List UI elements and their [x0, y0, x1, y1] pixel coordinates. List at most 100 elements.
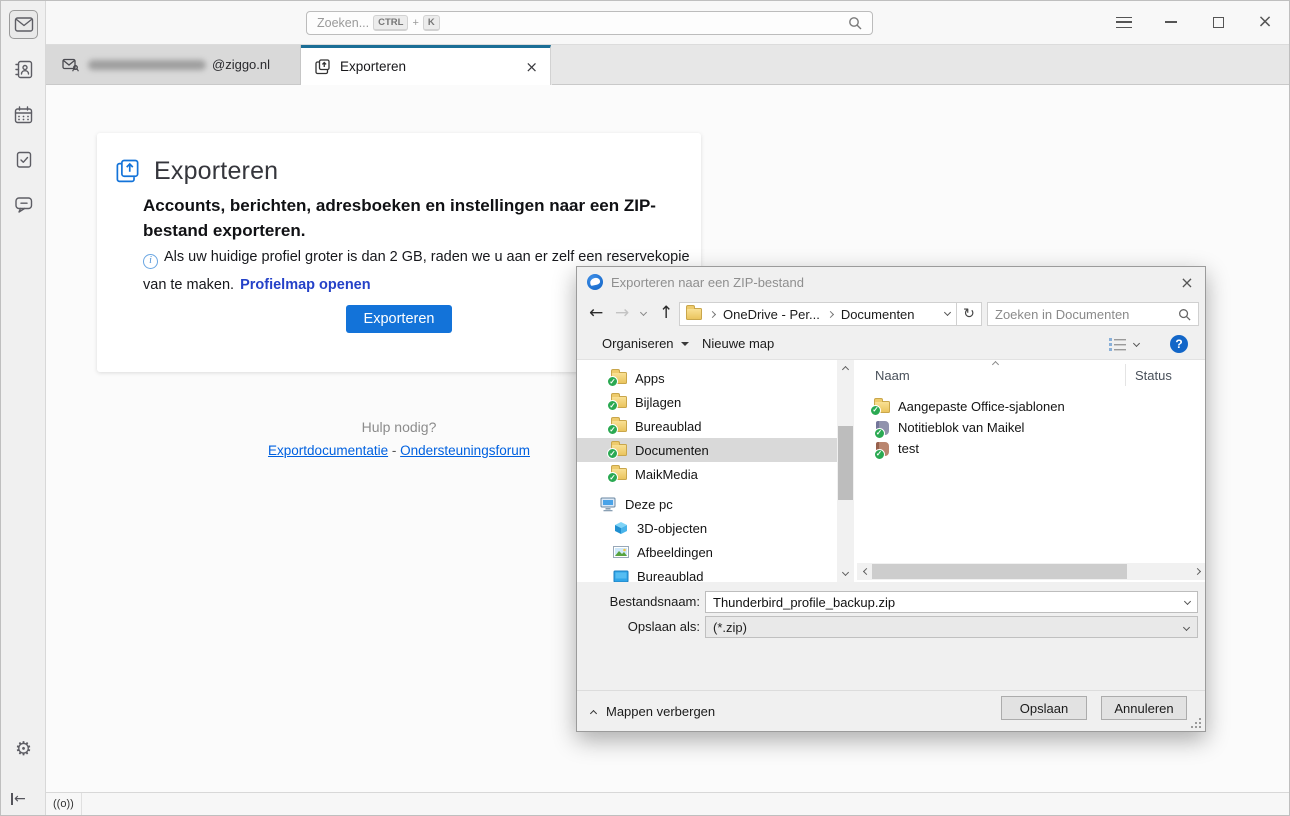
page-title: Exporteren — [154, 157, 279, 185]
window-controls: × — [1093, 7, 1281, 37]
export-button[interactable]: Exporteren — [345, 305, 453, 333]
up-button[interactable]: ↑ — [659, 301, 673, 325]
breadcrumb-onedrive[interactable]: OneDrive - Per... — [723, 307, 820, 322]
file-list-horizontal-scrollbar[interactable] — [857, 563, 1205, 580]
tree-item-bureaublad-pc[interactable]: Bureaublad — [577, 564, 837, 582]
saveas-select[interactable]: (*.zip) — [705, 616, 1198, 638]
global-search-input[interactable]: Zoeken... CTRL + K — [306, 11, 873, 35]
export-page-icon — [116, 159, 139, 183]
column-header-status[interactable]: Status — [1135, 368, 1172, 383]
scroll-up-button[interactable] — [837, 360, 854, 376]
tree-item-deze-pc[interactable]: Deze pc — [577, 492, 837, 516]
resize-grip[interactable] — [1191, 718, 1201, 728]
back-button[interactable]: ← — [589, 301, 603, 325]
maximize-button[interactable] — [1202, 7, 1234, 37]
app-menu-button[interactable] — [1108, 7, 1140, 37]
dialog-search-input[interactable] — [995, 306, 1178, 322]
view-list-icon — [1109, 338, 1126, 351]
collapse-spaces-button[interactable]: ← — [11, 789, 37, 809]
notebook-icon: ✓ — [873, 441, 889, 460]
filename-label: Bestandsnaam: — [609, 594, 700, 609]
dialog-title: Exporteren naar een ZIP-bestand — [611, 274, 804, 290]
calendar-icon — [14, 105, 33, 123]
recent-locations-dropdown-icon[interactable] — [639, 308, 648, 317]
redacted-account-name — [88, 59, 206, 70]
folder-icon: ✓ — [607, 369, 627, 387]
address-dropdown-icon[interactable] — [943, 308, 952, 317]
support-forum-link[interactable]: Ondersteuningsforum — [400, 443, 530, 458]
dialog-close-button[interactable]: × — [1169, 267, 1205, 297]
mail-space-button[interactable] — [9, 10, 38, 39]
new-folder-button[interactable]: Nieuwe map — [702, 336, 774, 351]
tree-item-bijlagen[interactable]: ✓ Bijlagen — [577, 390, 837, 414]
onedrive-sync-icon: ✓ — [873, 448, 885, 460]
calendar-space-button[interactable] — [9, 100, 38, 129]
folder-icon: ✓ — [607, 393, 627, 411]
status-broadcast-button[interactable]: ((o)) — [46, 793, 82, 815]
close-icon: × — [1180, 272, 1194, 292]
view-dropdown-icon — [1132, 339, 1141, 347]
refresh-icon: ↻ — [963, 306, 975, 322]
export-documentation-link[interactable]: Exportdocumentatie — [268, 443, 388, 458]
question-icon: ? — [1175, 337, 1183, 351]
search-icon — [1179, 308, 1191, 321]
file-row-office-sjablonen[interactable]: ✓ Aangepaste Office-sjablonen — [870, 396, 1065, 417]
file-row-notitieblok[interactable]: ✓ Notitieblok van Maikel — [873, 417, 1024, 439]
file-row-test[interactable]: ✓ test — [873, 438, 919, 460]
scrollbar-thumb[interactable] — [838, 426, 853, 500]
address-book-space-button[interactable] — [9, 55, 38, 84]
dialog-search-box[interactable] — [987, 302, 1199, 326]
tab-export[interactable]: Exporteren × — [301, 45, 551, 85]
scroll-down-button[interactable] — [837, 566, 854, 582]
combo-dropdown-icon[interactable] — [1182, 623, 1191, 632]
folder-icon: ✓ — [607, 441, 627, 459]
desktop-icon — [613, 570, 629, 582]
tasks-space-button[interactable] — [9, 145, 38, 174]
tree-item-bureaublad[interactable]: ✓ Bureaublad — [577, 414, 837, 438]
refresh-button[interactable]: ↻ — [957, 302, 982, 326]
tree-item-apps[interactable]: ✓ Apps — [577, 366, 837, 390]
change-view-button[interactable] — [1109, 338, 1141, 351]
cancel-button[interactable]: Annuleren — [1101, 696, 1187, 720]
export-icon — [315, 58, 330, 74]
address-book-icon — [14, 60, 32, 79]
minimize-button[interactable] — [1155, 7, 1187, 37]
scroll-right-button[interactable] — [1191, 563, 1205, 580]
tab-mail-account[interactable]: @ziggo.nl — [46, 45, 301, 85]
folder-icon: ✓ — [607, 417, 627, 435]
close-window-button[interactable]: × — [1249, 7, 1281, 37]
scroll-left-button[interactable] — [857, 563, 873, 580]
column-header-name[interactable]: Naam — [875, 368, 910, 383]
settings-button[interactable]: ⚙ — [9, 734, 38, 763]
export-subtitle: Accounts, berichten, adresboeken en inst… — [143, 196, 656, 240]
tree-item-3d-objecten[interactable]: 3D-objecten — [577, 516, 837, 540]
broadcast-icon: ((o)) — [53, 798, 74, 810]
close-tab-icon[interactable]: × — [525, 58, 538, 76]
mail-account-icon — [62, 58, 79, 71]
hide-folders-button[interactable]: Mappen verbergen — [589, 704, 715, 719]
mail-icon — [14, 17, 33, 32]
dialog-title-bar[interactable]: Exporteren naar een ZIP-bestand — [577, 267, 1205, 297]
save-button[interactable]: Opslaan — [1001, 696, 1087, 720]
breadcrumb-separator-icon — [708, 310, 717, 318]
open-profile-folder-link[interactable]: Profielmap openen — [240, 277, 371, 293]
filename-input[interactable] — [705, 591, 1198, 613]
folder-icon: ✓ — [607, 465, 627, 483]
tree-item-maikmedia[interactable]: ✓ MaikMedia — [577, 462, 837, 486]
help-links-separator: - — [391, 443, 397, 458]
tree-item-documenten-selected[interactable]: ✓ Documenten — [577, 438, 837, 462]
tree-item-afbeeldingen[interactable]: Afbeeldingen — [577, 540, 837, 564]
breadcrumb-documenten[interactable]: Documenten — [841, 307, 915, 322]
scrollbar-thumb[interactable] — [872, 564, 1127, 579]
help-button[interactable]: ? — [1170, 335, 1188, 353]
forward-button[interactable]: → — [615, 301, 629, 325]
search-icon — [849, 17, 862, 30]
organize-menu-button[interactable]: Organiseren — [602, 336, 689, 351]
onedrive-sync-icon: ✓ — [607, 424, 618, 435]
address-breadcrumb[interactable]: OneDrive - Per... Documenten — [679, 302, 957, 326]
spaces-toolbar: ⚙ ← — [1, 1, 46, 815]
dialog-body: ✓ Apps ✓ Bijlagen ✓ Bureaublad ✓ Documen… — [577, 360, 1205, 582]
tree-scrollbar[interactable] — [837, 360, 854, 582]
chat-space-button[interactable] — [9, 190, 38, 219]
filename-combobox[interactable] — [705, 591, 1198, 613]
